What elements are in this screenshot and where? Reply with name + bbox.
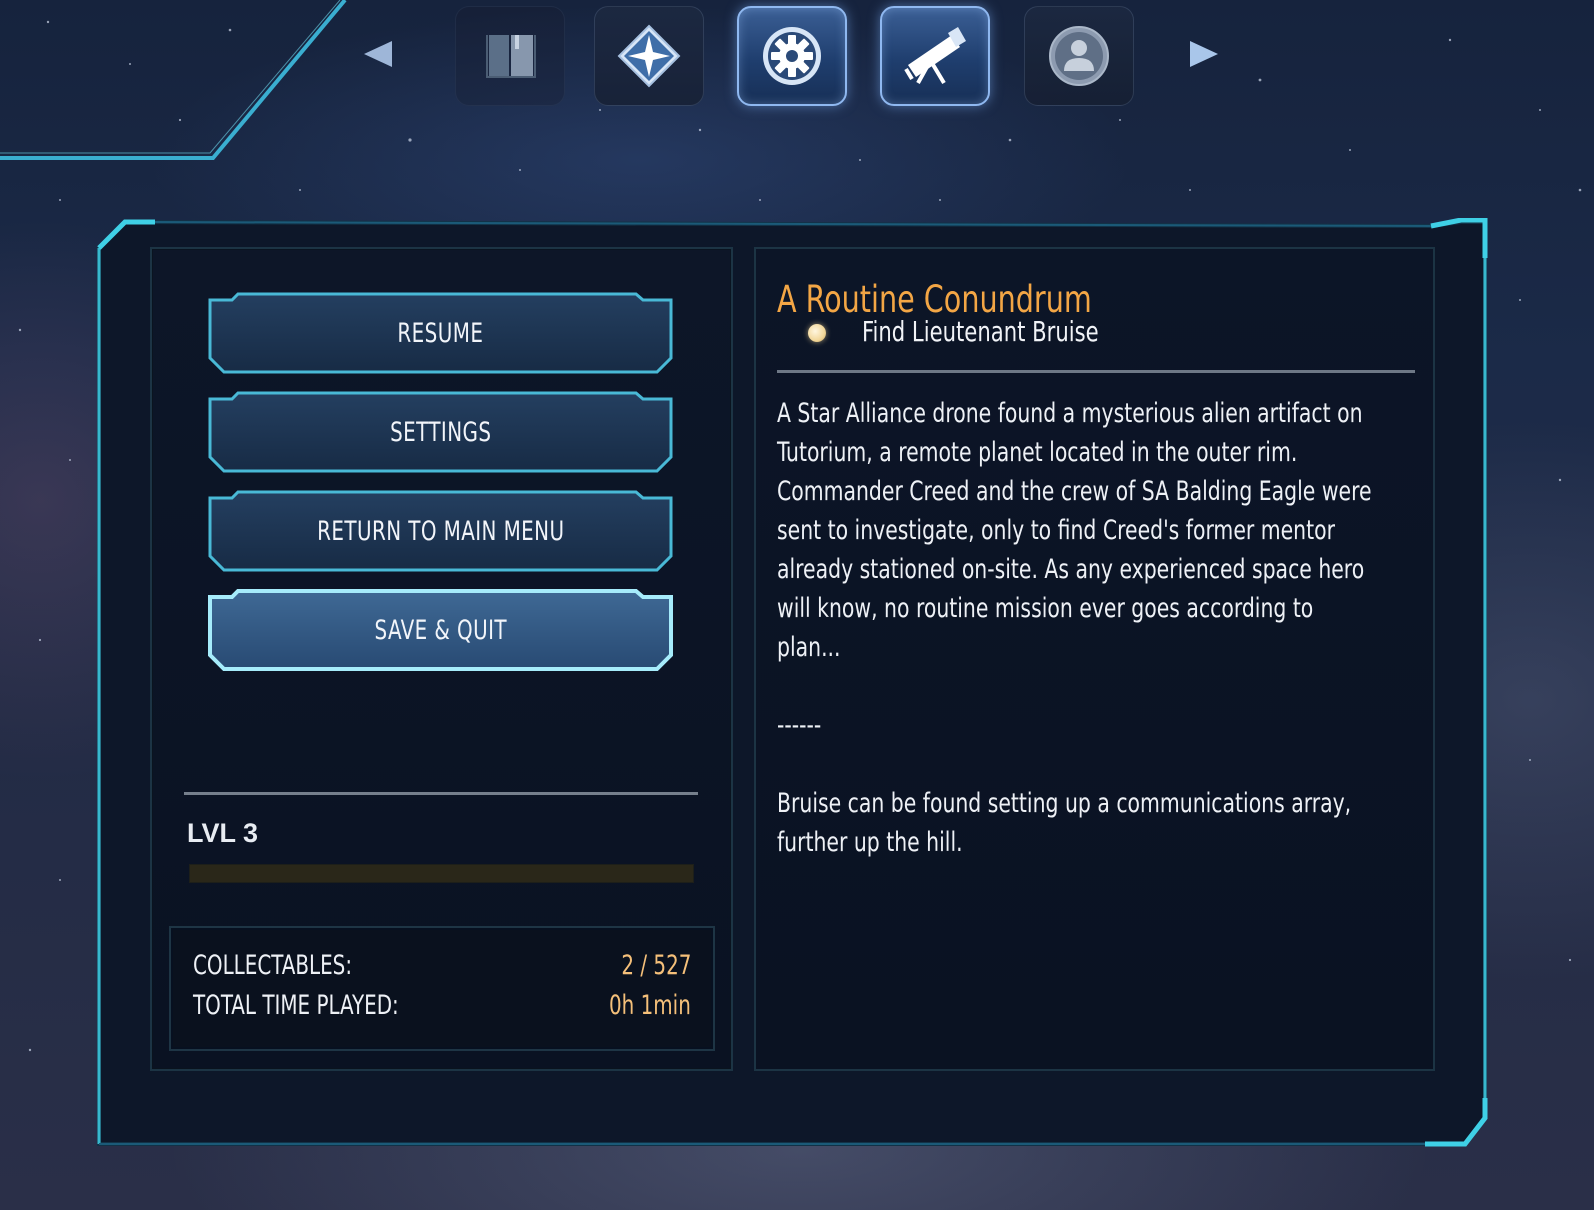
nav-next-arrow[interactable] xyxy=(1184,34,1224,74)
top-navigation-bar xyxy=(0,0,1594,115)
quest-divider xyxy=(777,370,1415,373)
tab-compass[interactable] xyxy=(594,6,704,106)
resume-button[interactable]: RESUME xyxy=(208,292,673,374)
telescope-icon xyxy=(904,27,966,85)
nav-previous-arrow[interactable] xyxy=(358,34,398,74)
stats-box: COLLECTABLES: 2 / 527 TOTAL TIME PLAYED:… xyxy=(169,926,715,1051)
total-time-value: 0h 1min xyxy=(609,990,691,1021)
tab-profile[interactable] xyxy=(1024,6,1134,106)
description-line: already stationed on-site. As any experi… xyxy=(777,554,1365,585)
description-separator: ------ xyxy=(777,710,822,741)
arrow-right-icon xyxy=(1190,41,1218,67)
profile-icon xyxy=(1049,26,1109,86)
return-to-main-menu-button[interactable]: RETURN TO MAIN MENU xyxy=(208,490,673,572)
description-line: sent to investigate, only to find Creed'… xyxy=(777,515,1335,546)
quest-objective: Find Lieutenant Bruise xyxy=(862,315,1099,348)
description-line: plan... xyxy=(777,632,841,663)
save-and-quit-button[interactable]: SAVE & QUIT xyxy=(208,589,673,671)
objective-bullet-icon xyxy=(808,324,826,342)
description-line: A Star Alliance drone found a mysterious… xyxy=(777,398,1363,429)
tab-telescope[interactable] xyxy=(880,6,990,106)
compass-star-icon xyxy=(617,24,681,88)
left-panel-divider xyxy=(184,792,698,795)
journal-icon xyxy=(486,35,536,78)
arrow-left-icon xyxy=(364,41,392,67)
tab-settings[interactable] xyxy=(737,6,847,106)
xp-progress-bar xyxy=(189,864,694,883)
hint-line: Bruise can be found setting up a communi… xyxy=(777,788,1352,819)
quest-description: A Star Alliance drone found a mysterious… xyxy=(777,394,1415,862)
settings-label: SETTINGS xyxy=(389,416,492,448)
save-and-quit-label: SAVE & QUIT xyxy=(374,614,507,646)
collectables-label: COLLECTABLES: xyxy=(193,950,353,981)
description-line: will know, no routine mission ever goes … xyxy=(777,593,1314,624)
description-line: Commander Creed and the crew of SA Baldi… xyxy=(777,476,1372,507)
settings-button[interactable]: SETTINGS xyxy=(208,391,673,473)
tab-journal[interactable] xyxy=(455,6,565,106)
resume-label: RESUME xyxy=(397,317,484,349)
settings-gear-icon xyxy=(763,27,821,85)
description-line: Tutorium, a remote planet located in the… xyxy=(777,437,1298,468)
hint-line: further up the hill. xyxy=(777,827,963,858)
return-to-main-menu-label: RETURN TO MAIN MENU xyxy=(316,515,565,547)
collectables-value: 2 / 527 xyxy=(620,950,691,981)
player-level: LVL 3 xyxy=(187,818,259,848)
total-time-label: TOTAL TIME PLAYED: xyxy=(193,990,399,1021)
